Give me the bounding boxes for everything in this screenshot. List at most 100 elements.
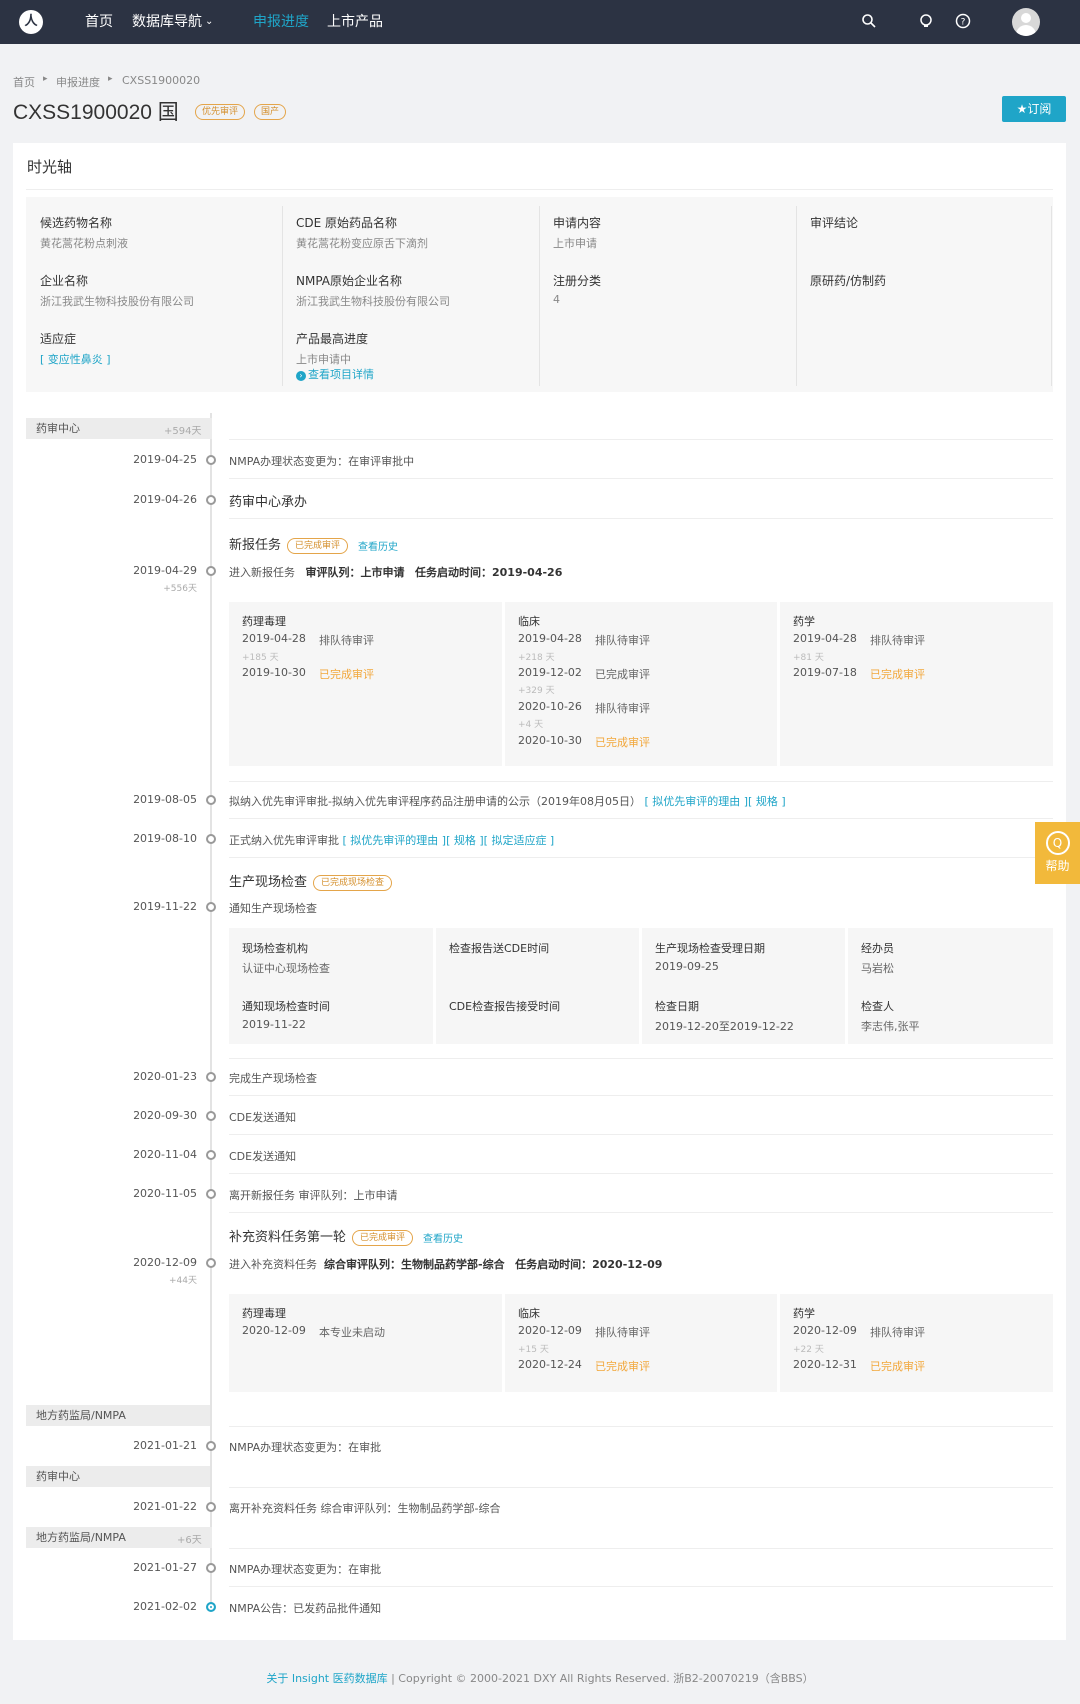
chevron-down-icon[interactable]: ⌄ [205, 0, 213, 44]
status-badge: 已完成现场检查 [313, 874, 393, 891]
row-date: 2020-12-09 [518, 1324, 582, 1337]
start-time-label: 任务启动时间：2020-12-09 [515, 1258, 663, 1271]
row-plus-days: +4 天 [518, 720, 544, 730]
row-status: 排队待审评 [870, 634, 925, 647]
avatar[interactable] [1012, 8, 1040, 36]
event-label: 进入新报任务 [229, 566, 295, 579]
top-nav-bar: 人 首页 数据库导航 ⌄ 申报进度 上市产品 ? [0, 0, 1080, 44]
row-plus-days: +22 天 [793, 1345, 824, 1355]
inspection-label: 生产现场检查受理日期 [655, 942, 765, 955]
history-link[interactable]: 查看历史 [423, 1234, 463, 1245]
task-header: 生产现场检查 已完成现场检查 [229, 871, 393, 891]
row-date: 2019-04-28 [518, 632, 582, 645]
inspection-value: 2019-11-22 [242, 1018, 306, 1031]
reason-links[interactable]: [ 拟优先审评的理由 ][ 规格 ] [644, 795, 785, 808]
row-status: 排队待审评 [595, 634, 650, 647]
timeline-dot [206, 1072, 216, 1082]
task-title: 生产现场检查 [229, 875, 308, 890]
info-value: 上市申请 [553, 237, 597, 250]
row-date: 2020-12-09 [793, 1324, 857, 1337]
row-date: 2020-10-26 [518, 700, 582, 713]
event-text: NMPA办理状态变更为：在审批 [229, 1563, 382, 1576]
row-date: 2020-12-24 [518, 1358, 582, 1371]
info-label: 企业名称 [40, 274, 89, 288]
event-text: 正式纳入优先审评审批 [ 拟优先审评的理由 ][ 规格 ][ 拟定适应症 ] [229, 832, 554, 848]
inspection-label: 通知现场检查时间 [242, 1000, 330, 1013]
event-text: 药审中心承办 [229, 495, 308, 510]
event-date: 2021-01-21 [133, 1439, 197, 1452]
bulb-icon[interactable] [917, 13, 935, 31]
timeline-dot [206, 495, 216, 505]
column-title: 药理毒理 [242, 1307, 286, 1320]
info-value: 黄花蒿花粉点刺液 [40, 237, 128, 250]
row-status: 已完成审评 [595, 1360, 650, 1373]
column-title: 临床 [518, 1307, 540, 1320]
timeline-dot [206, 1258, 216, 1268]
event-text: 通知生产现场检查 [229, 902, 317, 915]
breadcrumb-home[interactable]: 首页 [13, 74, 35, 90]
info-label: 适应症 [40, 332, 77, 346]
info-label: 注册分类 [553, 274, 602, 288]
queue-label: 综合审评队列：生物制品药学部-综合 [324, 1258, 505, 1271]
divider [229, 518, 1053, 519]
row-status: 已完成审评 [595, 736, 650, 749]
row-date: 2020-12-31 [793, 1358, 857, 1371]
footer-about-link[interactable]: 关于 Insight 医药数据库 [266, 1672, 387, 1685]
indication-link[interactable]: [ 变应性鼻炎 ] [40, 351, 111, 367]
divider [229, 857, 1053, 858]
project-detail-label: 查看项目详情 [308, 368, 374, 381]
row-status: 排队待审评 [319, 634, 374, 647]
help-button[interactable]: Q 帮助 [1035, 822, 1080, 884]
column-title: 药学 [793, 615, 815, 628]
event-text: CDE发送通知 [229, 1150, 297, 1163]
search-icon[interactable] [860, 13, 878, 31]
inspection-value: 2019-12-20至2019-12-22 [655, 1020, 794, 1033]
inspection-label: 检查报告送CDE时间 [449, 942, 550, 955]
event-date: 2019-08-10 [133, 832, 197, 845]
timeline-dot [206, 1111, 216, 1121]
nav-home[interactable]: 首页 [85, 0, 113, 44]
breadcrumb-progress[interactable]: 申报进度 [56, 74, 100, 90]
event-date: 2019-08-05 [133, 793, 197, 806]
breadcrumb-separator: ▸ [108, 74, 113, 84]
divider [229, 1095, 1053, 1096]
inspection-value: 李志伟,张平 [861, 1020, 920, 1033]
row-status: 本专业未启动 [319, 1326, 385, 1339]
nav-progress[interactable]: 申报进度 [253, 0, 309, 44]
status-badge: 已完成审评 [287, 537, 349, 554]
nav-database[interactable]: 数据库导航 [132, 0, 202, 44]
divider [796, 206, 797, 386]
column-title: 药理毒理 [242, 615, 286, 628]
nav-products[interactable]: 上市产品 [327, 0, 383, 44]
event-date: 2021-01-22 [133, 1500, 197, 1513]
event-date: 2021-01-27 [133, 1561, 197, 1574]
project-detail-link[interactable]: › 查看项目详情 [296, 366, 374, 382]
info-value: 浙江我武生物科技股份有限公司 [40, 295, 194, 308]
row-plus-days: +15 天 [518, 1345, 549, 1355]
event-date: 2019-04-29 [133, 564, 197, 577]
breadcrumb-separator: ▸ [43, 74, 48, 84]
divider [229, 818, 1053, 819]
info-value: 4 [553, 293, 560, 306]
event-text: NMPA办理状态变更为：在审批 [229, 1441, 382, 1454]
history-link[interactable]: 查看历史 [358, 542, 398, 553]
section-band: 药审中心 [26, 1466, 210, 1487]
logo[interactable]: 人 [19, 10, 43, 34]
event-text[interactable]: NMPA公告：已发药品批件通知 [229, 1600, 381, 1616]
row-plus-days: +185 天 [242, 653, 279, 663]
reason-links[interactable]: [ 拟优先审评的理由 ][ 规格 ][ 拟定适应症 ] [343, 834, 555, 847]
divider [26, 189, 1053, 190]
column-title: 药学 [793, 1307, 815, 1320]
row-date: 2019-12-02 [518, 666, 582, 679]
divider [229, 1548, 1053, 1549]
event-label: 进入补充资料任务 [229, 1258, 317, 1271]
row-date: 2019-10-30 [242, 666, 306, 679]
subscribe-button[interactable]: ★订阅 [1002, 96, 1066, 122]
timeline-dot [206, 902, 216, 912]
inspection-value: 2019-09-25 [655, 960, 719, 973]
divider [229, 1586, 1053, 1587]
row-status: 排队待审评 [870, 1326, 925, 1339]
timeline-dot-final [206, 1602, 216, 1612]
arrow-right-icon: › [296, 371, 306, 381]
help-icon[interactable]: ? [954, 13, 972, 31]
